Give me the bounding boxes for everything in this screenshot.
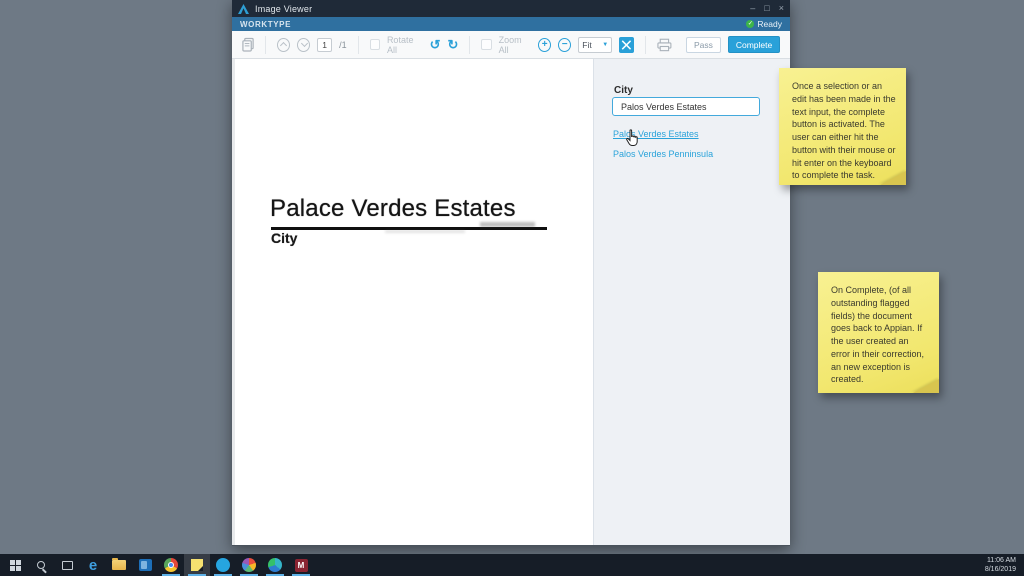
next-page-button[interactable] bbox=[297, 38, 310, 52]
taskbar-clock[interactable]: 11:06 AM 8/16/2019 bbox=[985, 556, 1016, 575]
worktype-label: WORKTYPE bbox=[240, 20, 291, 29]
chevron-up-icon bbox=[280, 42, 287, 49]
fit-dropdown-value: Fit bbox=[582, 40, 602, 50]
taskbar-sticky-notes[interactable] bbox=[184, 554, 210, 576]
previous-page-button[interactable] bbox=[277, 38, 290, 52]
search-icon bbox=[37, 561, 45, 569]
field-edit-panel: City Palos Verdes Estates Palos Verdes P… bbox=[593, 59, 790, 545]
city-input[interactable] bbox=[612, 97, 760, 116]
toolbar-divider bbox=[358, 36, 359, 54]
ready-status: ✓ Ready bbox=[746, 19, 782, 29]
city-field-label: City bbox=[614, 85, 633, 96]
print-icon[interactable] bbox=[657, 38, 672, 52]
browser-globe-icon bbox=[268, 558, 282, 572]
sticky-note-text: Once a selection or an edit has been mad… bbox=[779, 68, 906, 182]
fit-dropdown[interactable]: Fit ▼ bbox=[578, 37, 612, 53]
suggestion-link-peninsula[interactable]: Palos Verdes Penninsula bbox=[613, 149, 713, 159]
document-field-label: City bbox=[271, 230, 297, 246]
complete-button[interactable]: Complete bbox=[728, 36, 780, 53]
appian-logo-icon bbox=[238, 4, 249, 14]
title-bar: Image Viewer – □ × bbox=[232, 0, 790, 17]
document-viewer: Palace Verdes Estates City bbox=[232, 59, 593, 545]
rotate-clockwise-icon[interactable]: ↻ bbox=[448, 38, 459, 52]
task-view-button[interactable] bbox=[54, 554, 80, 576]
taskbar-edge-beta[interactable] bbox=[262, 554, 288, 576]
window-content: Palace Verdes Estates City City Palos Ve… bbox=[232, 59, 790, 545]
dropdown-arrow-icon: ▼ bbox=[602, 42, 608, 48]
rotate-all-checkbox[interactable] bbox=[370, 39, 380, 50]
window-title: Image Viewer bbox=[255, 4, 312, 14]
restore-button[interactable]: □ bbox=[764, 0, 769, 17]
sticky-note-text: On Complete, (of all outstanding flagged… bbox=[818, 272, 939, 386]
outlook-icon bbox=[139, 559, 152, 571]
chrome-icon bbox=[164, 558, 178, 572]
ready-status-label: Ready bbox=[757, 19, 782, 29]
zoom-in-icon[interactable]: + bbox=[538, 38, 551, 52]
photos-icon bbox=[242, 558, 256, 572]
pages-icon[interactable] bbox=[242, 37, 254, 52]
page-number-input[interactable] bbox=[317, 38, 332, 52]
taskbar-search-button[interactable] bbox=[28, 554, 54, 576]
minimize-button[interactable]: – bbox=[750, 0, 755, 17]
taskbar-photos[interactable] bbox=[236, 554, 262, 576]
sticky-notes-icon bbox=[191, 559, 203, 571]
edge-icon: e bbox=[89, 558, 97, 573]
start-button[interactable] bbox=[2, 554, 28, 576]
hand-cursor-icon bbox=[625, 129, 640, 147]
document-heading-text: Palace Verdes Estates bbox=[270, 195, 516, 223]
toolbar: /1 Rotate All ↺ ↻ Zoom All + − Fit ▼ bbox=[232, 31, 790, 59]
window-controls: – □ × bbox=[750, 0, 784, 17]
close-button[interactable]: × bbox=[779, 0, 784, 17]
toolbar-divider bbox=[645, 36, 646, 54]
pass-button[interactable]: Pass bbox=[686, 37, 721, 53]
image-viewer-window: Image Viewer – □ × WORKTYPE ✓ Ready bbox=[232, 0, 790, 546]
taskbar-mail[interactable]: M bbox=[288, 554, 314, 576]
taskbar-file-explorer[interactable] bbox=[106, 554, 132, 576]
taskbar-outlook[interactable] bbox=[132, 554, 158, 576]
file-explorer-icon bbox=[112, 560, 126, 570]
windows-logo-icon bbox=[10, 560, 21, 571]
page-total-label: /1 bbox=[339, 40, 347, 50]
zoom-out-icon[interactable]: − bbox=[558, 38, 571, 52]
ready-check-icon: ✓ bbox=[746, 20, 754, 28]
taskbar: e M 11: bbox=[0, 554, 1024, 576]
taskbar-skype[interactable] bbox=[210, 554, 236, 576]
task-view-icon bbox=[62, 561, 73, 570]
taskbar-edge[interactable]: e bbox=[80, 554, 106, 576]
zoom-all-label: Zoom All bbox=[499, 35, 531, 55]
document-scan-smudge bbox=[385, 230, 465, 233]
chevron-down-icon bbox=[301, 40, 308, 47]
skype-icon bbox=[216, 558, 230, 572]
toolbar-divider bbox=[265, 36, 266, 54]
clock-date: 8/16/2019 bbox=[985, 565, 1016, 574]
note-fold bbox=[880, 171, 906, 185]
document-scan-smudge bbox=[480, 222, 535, 227]
fit-to-window-icon[interactable] bbox=[619, 37, 634, 53]
clock-time: 11:06 AM bbox=[985, 556, 1016, 565]
worktype-bar: WORKTYPE ✓ Ready bbox=[232, 17, 790, 31]
sticky-note-on-complete[interactable]: On Complete, (of all outstanding flagged… bbox=[818, 272, 939, 393]
note-fold bbox=[913, 379, 939, 393]
rotate-counterclockwise-icon[interactable]: ↺ bbox=[430, 38, 441, 52]
toolbar-divider bbox=[469, 36, 470, 54]
sticky-note-complete-button[interactable]: Once a selection or an edit has been mad… bbox=[779, 68, 906, 185]
rotate-all-label: Rotate All bbox=[387, 35, 423, 55]
zoom-all-checkbox[interactable] bbox=[481, 39, 491, 50]
mail-m-icon: M bbox=[295, 559, 308, 572]
taskbar-chrome[interactable] bbox=[158, 554, 184, 576]
